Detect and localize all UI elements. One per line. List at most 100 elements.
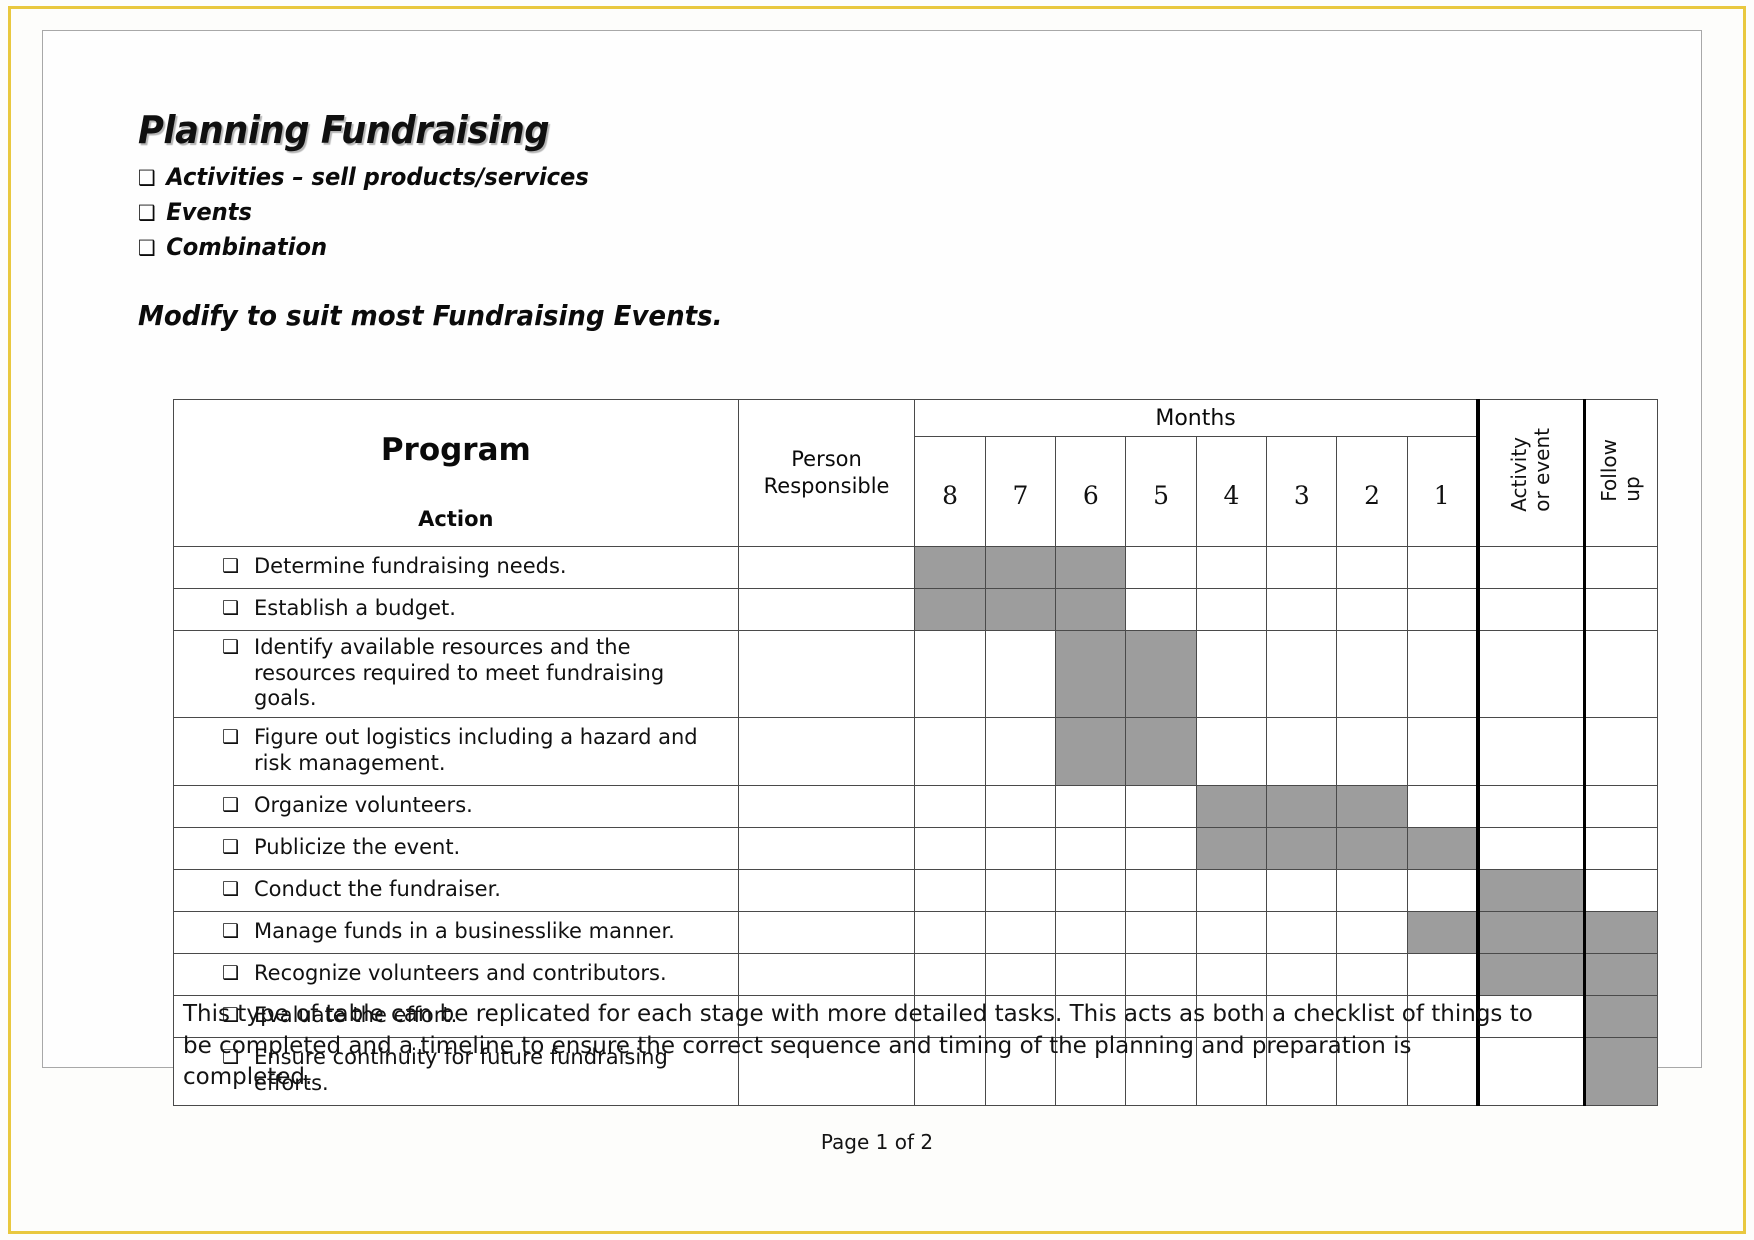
month-cell-3[interactable]	[1266, 546, 1338, 589]
follow-up-cell[interactable]	[1583, 784, 1659, 828]
follow-up-cell[interactable]	[1583, 868, 1659, 912]
month-cell-2[interactable]	[1336, 546, 1408, 589]
checkbox-icon[interactable]: ❑	[222, 635, 254, 660]
checkbox-icon[interactable]: ❑	[222, 793, 254, 818]
month-cell-1[interactable]	[1406, 784, 1479, 828]
month-cell-3[interactable]	[1266, 784, 1338, 828]
person-responsible-cell[interactable]	[737, 952, 916, 996]
month-cell-2[interactable]	[1336, 588, 1408, 631]
follow-up-cell[interactable]	[1583, 826, 1659, 870]
month-cell-6[interactable]	[1055, 588, 1127, 631]
follow-up-cell[interactable]	[1583, 994, 1659, 1038]
month-cell-6[interactable]	[1055, 784, 1127, 828]
activity-or-event-cell[interactable]	[1475, 588, 1586, 631]
month-cell-8[interactable]	[914, 588, 986, 631]
person-responsible-cell[interactable]	[737, 588, 916, 631]
month-cell-1[interactable]	[1406, 630, 1479, 718]
month-cell-8[interactable]	[914, 716, 986, 786]
month-cell-1[interactable]	[1406, 910, 1479, 954]
month-cell-1[interactable]	[1406, 546, 1479, 589]
month-cell-8[interactable]	[914, 546, 986, 589]
month-cell-3[interactable]	[1266, 588, 1338, 631]
month-cell-4[interactable]	[1195, 588, 1268, 631]
person-responsible-cell[interactable]	[737, 868, 916, 912]
checkbox-icon[interactable]: ❑	[222, 554, 254, 579]
month-cell-2[interactable]	[1336, 952, 1408, 996]
month-cell-8[interactable]	[914, 952, 986, 996]
follow-up-cell[interactable]	[1583, 630, 1659, 718]
month-cell-1[interactable]	[1406, 588, 1479, 631]
month-cell-3[interactable]	[1266, 952, 1338, 996]
month-cell-4[interactable]	[1195, 910, 1268, 954]
month-cell-7[interactable]	[984, 784, 1057, 828]
month-cell-6[interactable]	[1055, 630, 1127, 718]
activity-or-event-cell[interactable]	[1475, 546, 1586, 589]
month-cell-4[interactable]	[1195, 630, 1268, 718]
month-cell-6[interactable]	[1055, 868, 1127, 912]
month-cell-5[interactable]	[1125, 868, 1197, 912]
activity-or-event-cell[interactable]	[1475, 716, 1586, 786]
month-cell-8[interactable]	[914, 630, 986, 718]
activity-or-event-cell[interactable]	[1475, 826, 1586, 870]
month-cell-4[interactable]	[1195, 952, 1268, 996]
month-cell-2[interactable]	[1336, 630, 1408, 718]
follow-up-cell[interactable]	[1583, 952, 1659, 996]
checkbox-icon[interactable]: ❑	[222, 835, 254, 860]
person-responsible-cell[interactable]	[737, 826, 916, 870]
month-cell-7[interactable]	[984, 716, 1057, 786]
month-cell-2[interactable]	[1336, 784, 1408, 828]
month-cell-8[interactable]	[914, 826, 986, 870]
month-cell-4[interactable]	[1195, 868, 1268, 912]
month-cell-6[interactable]	[1055, 716, 1127, 786]
checkbox-icon[interactable]: ❑	[222, 596, 254, 621]
month-cell-8[interactable]	[914, 784, 986, 828]
month-cell-2[interactable]	[1336, 716, 1408, 786]
month-cell-5[interactable]	[1125, 588, 1197, 631]
month-cell-3[interactable]	[1266, 910, 1338, 954]
follow-up-cell[interactable]	[1583, 910, 1659, 954]
follow-up-cell[interactable]	[1583, 716, 1659, 786]
month-cell-5[interactable]	[1125, 952, 1197, 996]
month-cell-3[interactable]	[1266, 716, 1338, 786]
follow-up-cell[interactable]	[1583, 588, 1659, 631]
month-cell-3[interactable]	[1266, 826, 1338, 870]
month-cell-4[interactable]	[1195, 826, 1268, 870]
month-cell-2[interactable]	[1336, 910, 1408, 954]
month-cell-7[interactable]	[984, 910, 1057, 954]
month-cell-7[interactable]	[984, 630, 1057, 718]
month-cell-1[interactable]	[1406, 826, 1479, 870]
month-cell-7[interactable]	[984, 588, 1057, 631]
follow-up-cell[interactable]	[1583, 1036, 1659, 1106]
activity-or-event-cell[interactable]	[1475, 630, 1586, 718]
month-cell-5[interactable]	[1125, 546, 1197, 589]
month-cell-4[interactable]	[1195, 784, 1268, 828]
activity-or-event-cell[interactable]	[1475, 910, 1586, 954]
month-cell-5[interactable]	[1125, 784, 1197, 828]
person-responsible-cell[interactable]	[737, 546, 916, 589]
person-responsible-cell[interactable]	[737, 784, 916, 828]
checkbox-icon[interactable]: ❑	[222, 961, 254, 986]
month-cell-7[interactable]	[984, 826, 1057, 870]
month-cell-5[interactable]	[1125, 826, 1197, 870]
month-cell-6[interactable]	[1055, 826, 1127, 870]
month-cell-7[interactable]	[984, 952, 1057, 996]
month-cell-5[interactable]	[1125, 716, 1197, 786]
person-responsible-cell[interactable]	[737, 910, 916, 954]
follow-up-cell[interactable]	[1583, 546, 1659, 589]
month-cell-3[interactable]	[1266, 630, 1338, 718]
month-cell-5[interactable]	[1125, 630, 1197, 718]
month-cell-6[interactable]	[1055, 952, 1127, 996]
month-cell-8[interactable]	[914, 910, 986, 954]
checkbox-icon[interactable]: ❑	[222, 877, 254, 902]
person-responsible-cell[interactable]	[737, 716, 916, 786]
person-responsible-cell[interactable]	[737, 630, 916, 718]
month-cell-7[interactable]	[984, 868, 1057, 912]
checkbox-icon[interactable]: ❑	[222, 919, 254, 944]
month-cell-5[interactable]	[1125, 910, 1197, 954]
month-cell-6[interactable]	[1055, 910, 1127, 954]
month-cell-1[interactable]	[1406, 868, 1479, 912]
month-cell-2[interactable]	[1336, 826, 1408, 870]
activity-or-event-cell[interactable]	[1475, 952, 1586, 996]
month-cell-4[interactable]	[1195, 546, 1268, 589]
month-cell-7[interactable]	[984, 546, 1057, 589]
